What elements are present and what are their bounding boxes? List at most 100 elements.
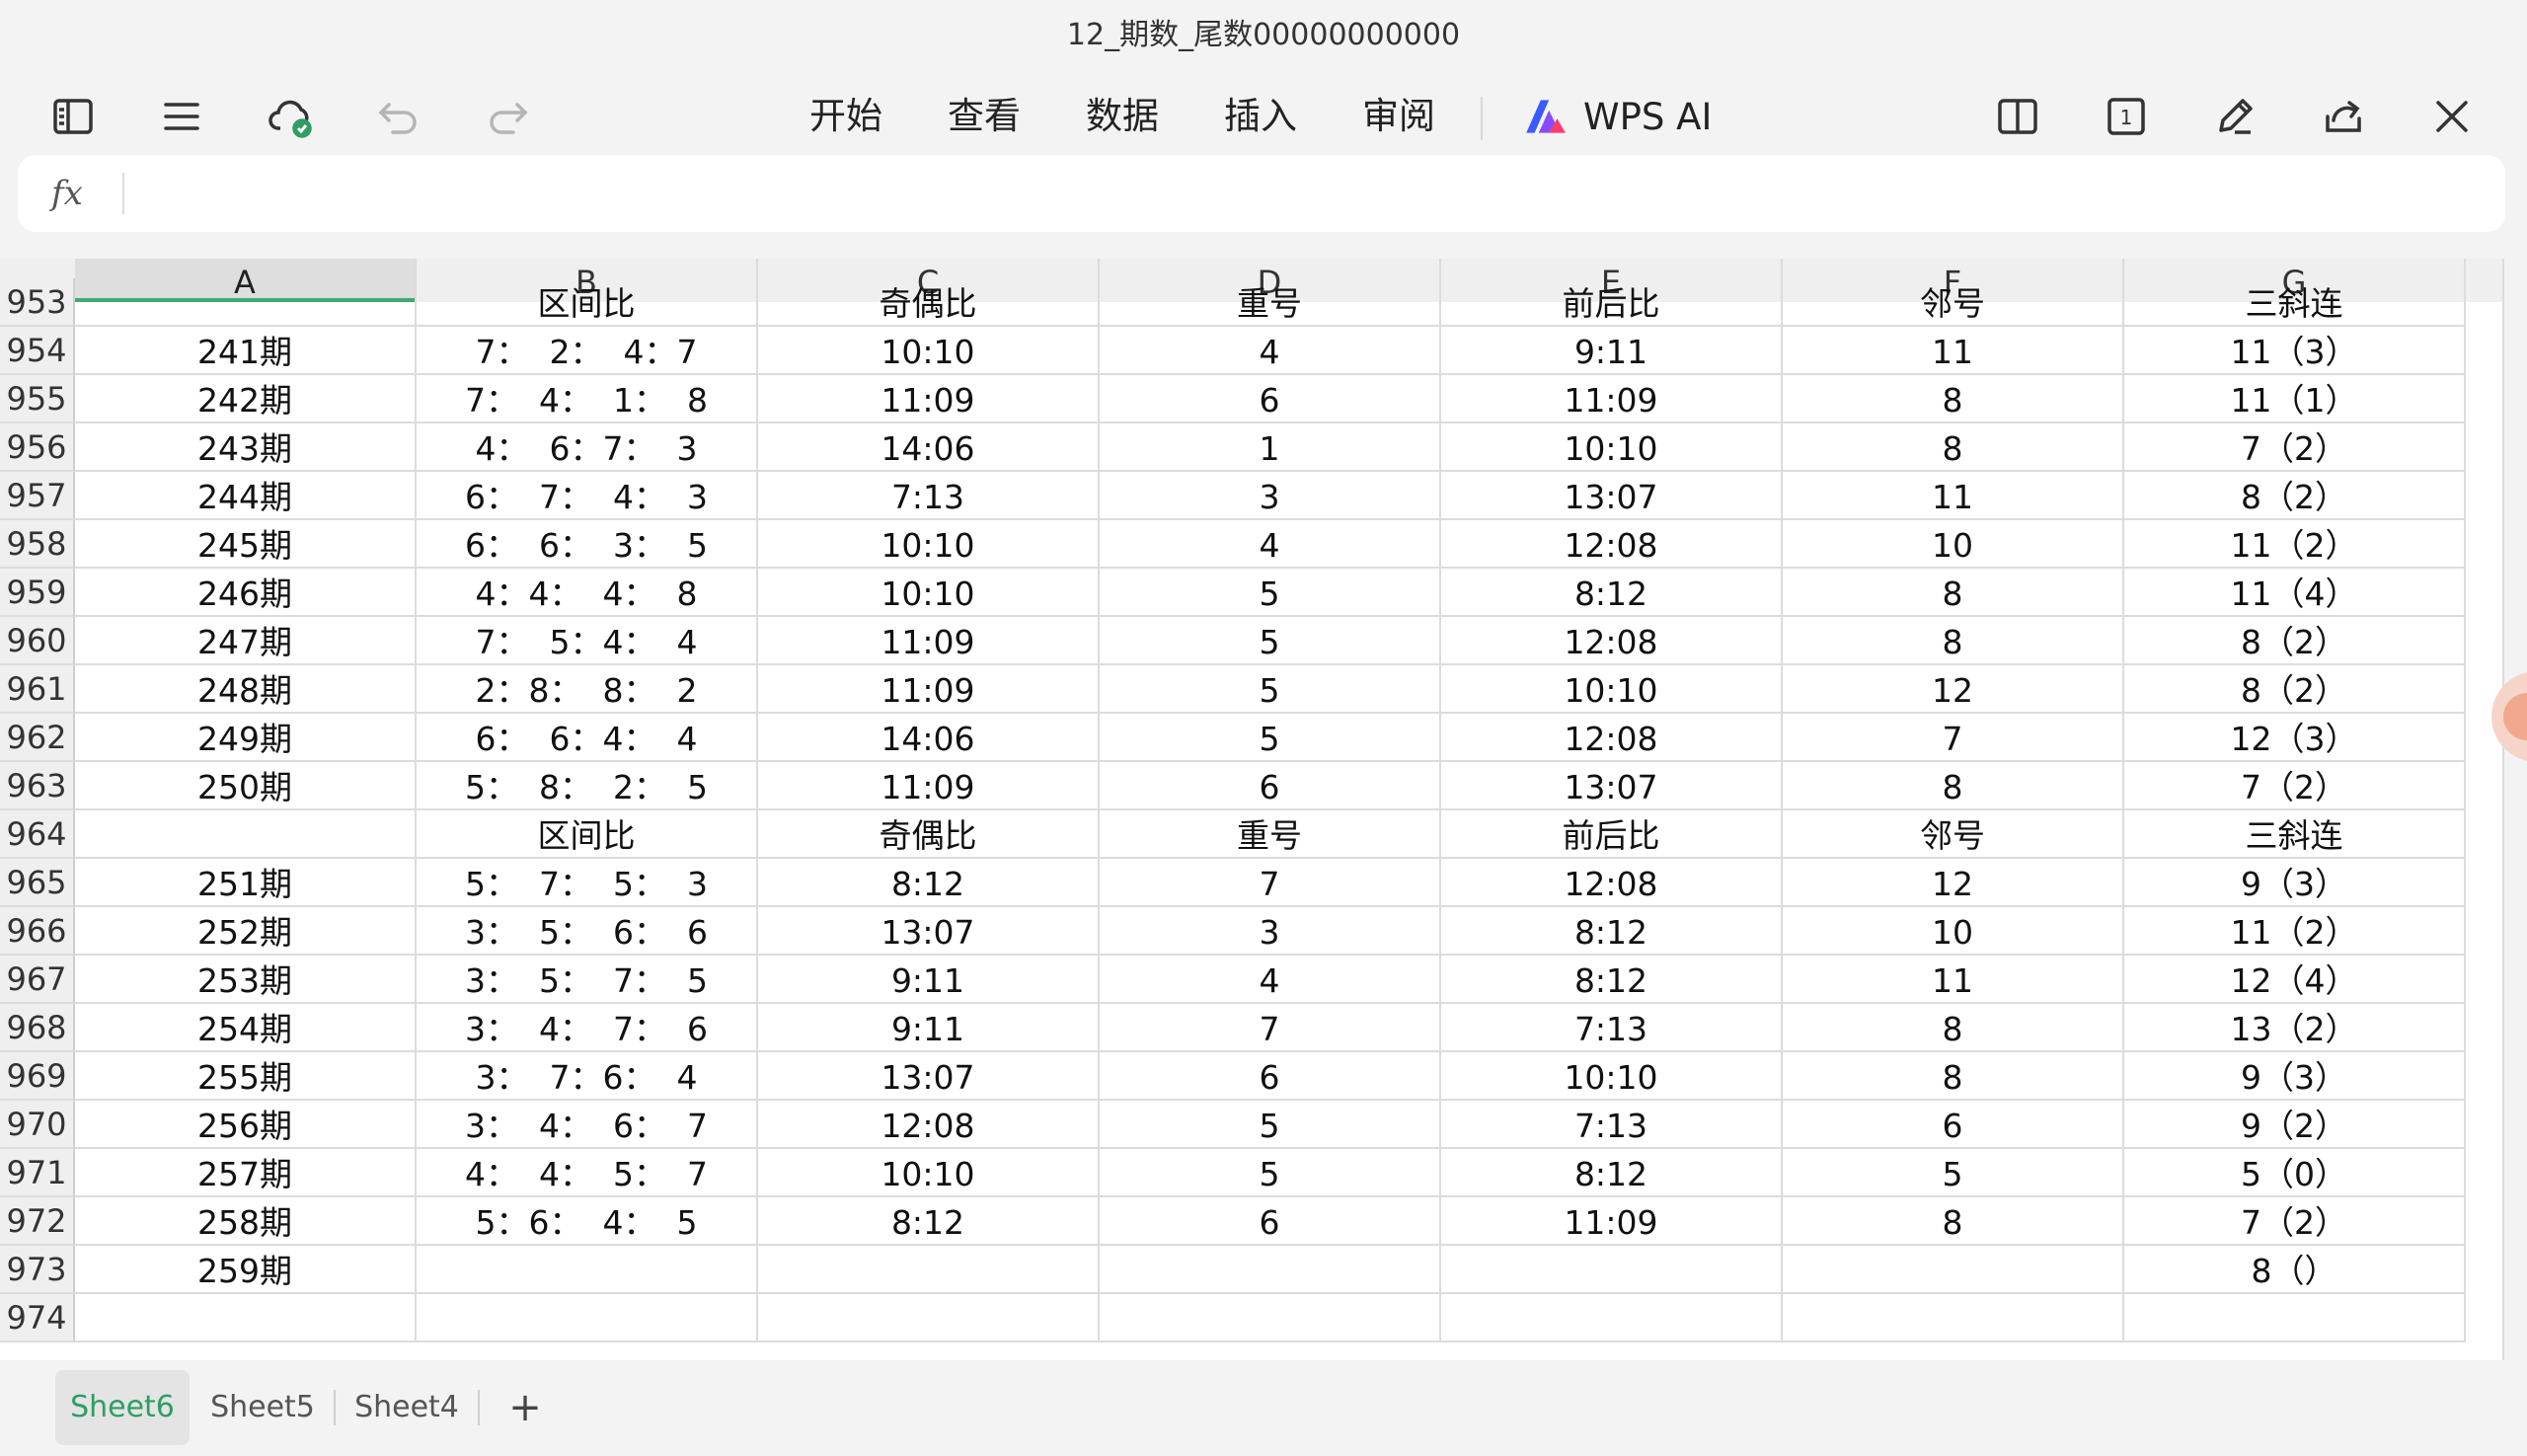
cell-c[interactable]: 13:07 bbox=[758, 1052, 1100, 1101]
cell-e[interactable]: 12:08 bbox=[1441, 520, 1783, 569]
cell-e[interactable]: 前后比 bbox=[1441, 278, 1783, 327]
row-number[interactable]: 971 bbox=[0, 1149, 75, 1197]
cell-c[interactable]: 11:09 bbox=[758, 665, 1100, 714]
cell-d[interactable]: 5 bbox=[1100, 1149, 1441, 1197]
cell-d[interactable]: 3 bbox=[1100, 472, 1441, 520]
cell-a[interactable]: 250期 bbox=[75, 762, 417, 810]
undo-icon[interactable] bbox=[371, 89, 426, 144]
cell-g[interactable]: 三斜连 bbox=[2124, 278, 2466, 327]
row-number[interactable]: 957 bbox=[0, 472, 75, 520]
cell-d[interactable]: 1 bbox=[1100, 423, 1441, 472]
cell-a[interactable]: 244期 bbox=[75, 472, 417, 520]
cell-e[interactable]: 10:10 bbox=[1441, 1052, 1783, 1101]
menu-icon[interactable] bbox=[154, 89, 209, 144]
cell-a[interactable]: 258期 bbox=[75, 1197, 417, 1246]
cell-a[interactable]: 255期 bbox=[75, 1052, 417, 1101]
cell-e[interactable]: 13:07 bbox=[1441, 472, 1783, 520]
menu-review[interactable]: 审阅 bbox=[1362, 89, 1435, 144]
cell-a[interactable]: 245期 bbox=[75, 520, 417, 569]
cell-d[interactable]: 3 bbox=[1100, 907, 1441, 956]
row-number[interactable]: 969 bbox=[0, 1052, 75, 1101]
cell-c[interactable]: 11:09 bbox=[758, 375, 1100, 423]
cell-b[interactable]: 6： 7： 4： 3 bbox=[417, 472, 758, 520]
cell-a[interactable]: 249期 bbox=[75, 714, 417, 762]
cell-b[interactable]: 区间比 bbox=[417, 810, 758, 859]
cell-f[interactable]: 8 bbox=[1783, 569, 2124, 617]
cell-d[interactable]: 重号 bbox=[1100, 278, 1441, 327]
row-number[interactable]: 962 bbox=[0, 714, 75, 762]
cell-e[interactable]: 11:09 bbox=[1441, 1197, 1783, 1246]
cell-a[interactable] bbox=[75, 810, 417, 859]
cell-d[interactable]: 4 bbox=[1100, 327, 1441, 375]
cell-a[interactable] bbox=[75, 278, 417, 327]
cell-a[interactable]: 246期 bbox=[75, 569, 417, 617]
cell-b[interactable]: 5： 7： 5： 3 bbox=[417, 859, 758, 907]
cell-b[interactable]: 区间比 bbox=[417, 278, 758, 327]
cell-f[interactable] bbox=[1783, 1294, 2124, 1342]
menu-data[interactable]: 数据 bbox=[1086, 89, 1159, 144]
row-number[interactable]: 970 bbox=[0, 1101, 75, 1149]
row-number[interactable]: 955 bbox=[0, 375, 75, 423]
row-number[interactable]: 965 bbox=[0, 859, 75, 907]
cell-c[interactable]: 11:09 bbox=[758, 762, 1100, 810]
row-number[interactable]: 953 bbox=[0, 278, 75, 327]
cell-d[interactable]: 4 bbox=[1100, 956, 1441, 1004]
cell-c[interactable]: 奇偶比 bbox=[758, 810, 1100, 859]
cell-f[interactable]: 12 bbox=[1783, 859, 2124, 907]
wps-ai-button[interactable]: WPS AI bbox=[1520, 89, 1712, 144]
cell-g[interactable]: 12（4） bbox=[2124, 956, 2466, 1004]
cell-c[interactable]: 10:10 bbox=[758, 1149, 1100, 1197]
cell-d[interactable]: 5 bbox=[1100, 617, 1441, 665]
cell-f[interactable] bbox=[1783, 1246, 2124, 1294]
cell-f[interactable]: 8 bbox=[1783, 1197, 2124, 1246]
row-number[interactable]: 973 bbox=[0, 1246, 75, 1294]
cell-c[interactable]: 14:06 bbox=[758, 714, 1100, 762]
cell-c[interactable]: 8:12 bbox=[758, 1197, 1100, 1246]
cell-b[interactable]: 4： 4： 5： 7 bbox=[417, 1149, 758, 1197]
cell-c[interactable]: 8:12 bbox=[758, 859, 1100, 907]
cell-f[interactable]: 8 bbox=[1783, 1052, 2124, 1101]
cell-g[interactable]: 8（2） bbox=[2124, 472, 2466, 520]
cell-g[interactable]: 13（2） bbox=[2124, 1004, 2466, 1052]
split-view-icon[interactable] bbox=[1990, 89, 2045, 144]
row-number[interactable]: 966 bbox=[0, 907, 75, 956]
cell-b[interactable]: 5：6： 4： 5 bbox=[417, 1197, 758, 1246]
row-number[interactable]: 959 bbox=[0, 569, 75, 617]
row-number[interactable]: 961 bbox=[0, 665, 75, 714]
cell-c[interactable]: 10:10 bbox=[758, 520, 1100, 569]
cell-e[interactable]: 7:13 bbox=[1441, 1004, 1783, 1052]
cell-b[interactable]: 3： 5： 7： 5 bbox=[417, 956, 758, 1004]
cell-a[interactable]: 259期 bbox=[75, 1246, 417, 1294]
cell-e[interactable]: 13:07 bbox=[1441, 762, 1783, 810]
cell-f[interactable]: 5 bbox=[1783, 1149, 2124, 1197]
cell-e[interactable]: 12:08 bbox=[1441, 714, 1783, 762]
cell-a[interactable]: 257期 bbox=[75, 1149, 417, 1197]
sheet-tab-sheet6[interactable]: Sheet6 bbox=[55, 1370, 190, 1445]
cell-d[interactable]: 6 bbox=[1100, 762, 1441, 810]
cell-c[interactable]: 10:10 bbox=[758, 569, 1100, 617]
cell-c[interactable] bbox=[758, 1294, 1100, 1342]
menu-view[interactable]: 查看 bbox=[948, 89, 1021, 144]
cell-c[interactable] bbox=[758, 1246, 1100, 1294]
cell-c[interactable]: 13:07 bbox=[758, 907, 1100, 956]
cell-b[interactable]: 3： 5： 6： 6 bbox=[417, 907, 758, 956]
cell-a[interactable]: 241期 bbox=[75, 327, 417, 375]
cell-e[interactable]: 7:13 bbox=[1441, 1101, 1783, 1149]
cell-d[interactable]: 5 bbox=[1100, 665, 1441, 714]
cell-f[interactable]: 6 bbox=[1783, 1101, 2124, 1149]
cell-d[interactable]: 7 bbox=[1100, 1004, 1441, 1052]
cell-f[interactable]: 11 bbox=[1783, 327, 2124, 375]
cell-c[interactable]: 12:08 bbox=[758, 1101, 1100, 1149]
spreadsheet-grid[interactable]: A B C D E F G 953 区间比 奇偶比 重号 前后比 邻号 三斜连 954 241期… bbox=[0, 259, 2502, 1360]
cell-g[interactable]: 11（1） bbox=[2124, 375, 2466, 423]
share-icon[interactable] bbox=[2316, 89, 2371, 144]
cell-g[interactable]: 8（2） bbox=[2124, 617, 2466, 665]
cell-g[interactable] bbox=[2124, 1294, 2466, 1342]
menu-insert[interactable]: 插入 bbox=[1224, 89, 1297, 144]
cell-g[interactable]: 11（2） bbox=[2124, 520, 2466, 569]
cell-g[interactable]: 三斜连 bbox=[2124, 810, 2466, 859]
cell-a[interactable]: 254期 bbox=[75, 1004, 417, 1052]
row-number[interactable]: 967 bbox=[0, 956, 75, 1004]
row-number[interactable]: 972 bbox=[0, 1197, 75, 1246]
cell-g[interactable]: 11（3） bbox=[2124, 327, 2466, 375]
